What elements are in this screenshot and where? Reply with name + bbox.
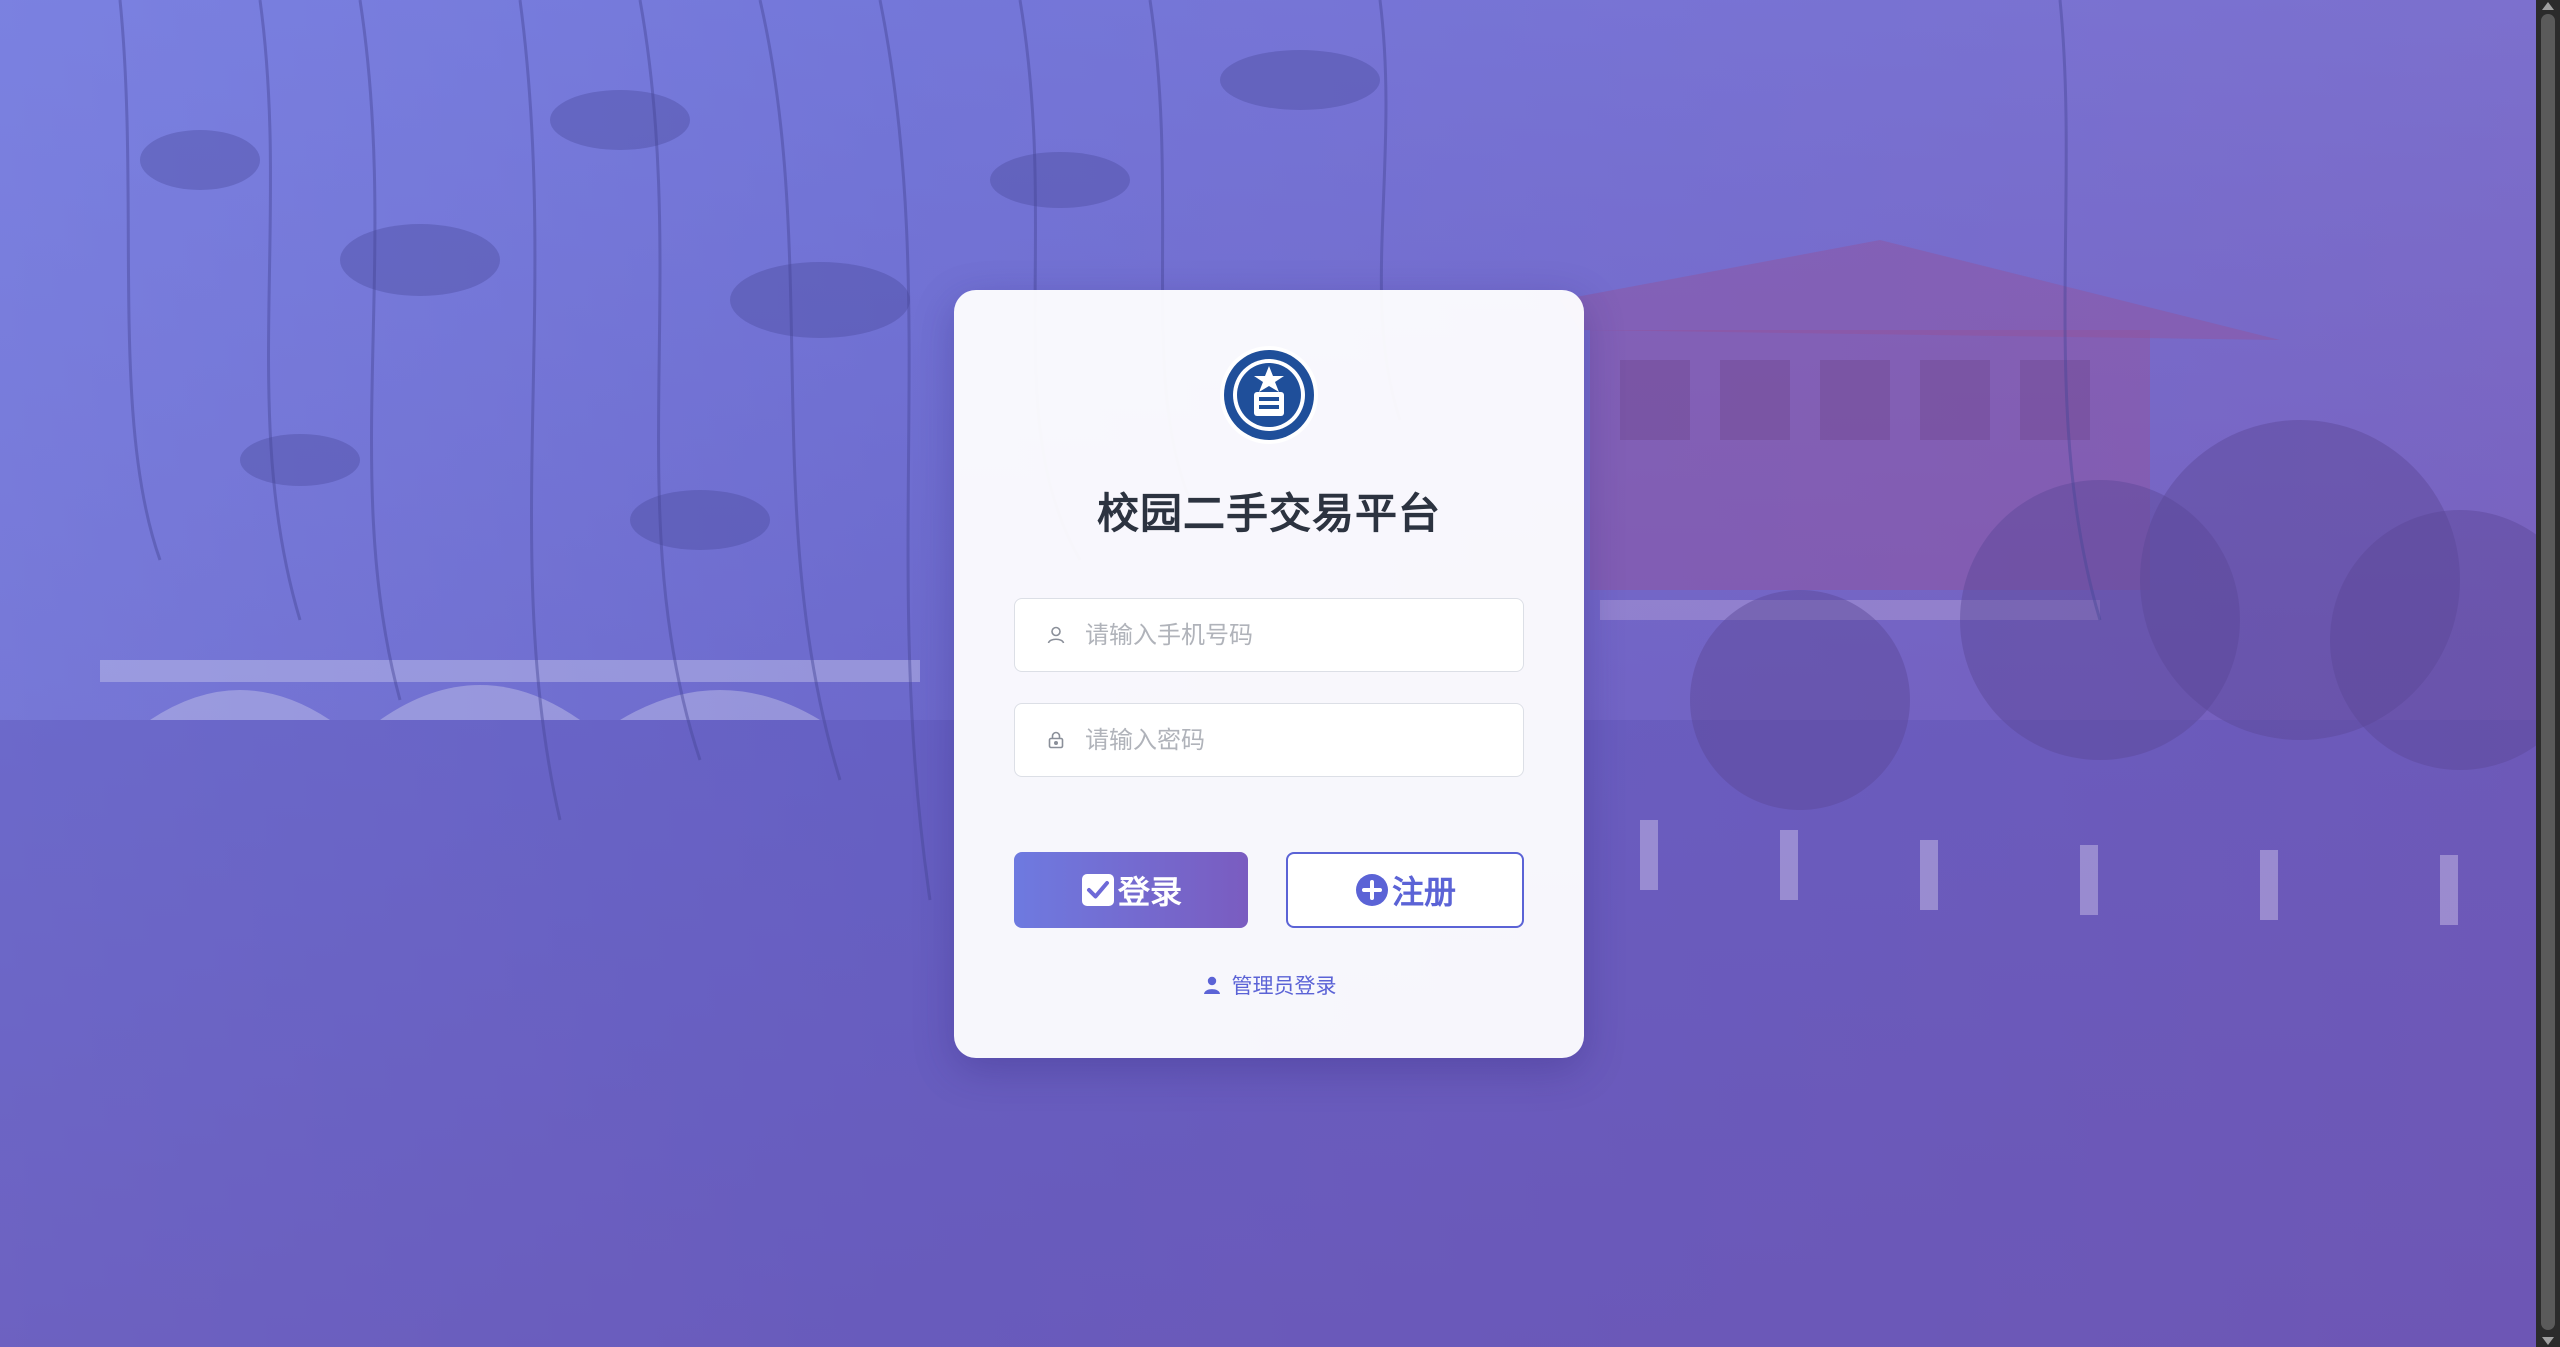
scroll-thumb[interactable] bbox=[2541, 14, 2555, 1330]
password-field[interactable] bbox=[1014, 703, 1524, 777]
password-input[interactable] bbox=[1085, 726, 1505, 754]
page-scrollbar[interactable] bbox=[2536, 0, 2560, 1347]
phone-input[interactable] bbox=[1085, 621, 1505, 649]
user-icon bbox=[1045, 624, 1067, 646]
checkbox-checked-icon bbox=[1080, 872, 1116, 908]
university-seal-logo bbox=[1220, 346, 1318, 444]
register-label: 注册 bbox=[1391, 873, 1456, 911]
user-filled-icon bbox=[1202, 975, 1222, 995]
login-button[interactable]: 登录 bbox=[1014, 852, 1248, 928]
page-title: 校园二手交易平台 bbox=[1096, 489, 1441, 538]
scroll-up-icon[interactable] bbox=[2542, 2, 2554, 10]
admin-login-link[interactable]: 管理员登录 bbox=[954, 970, 1584, 1000]
lock-icon bbox=[1045, 729, 1067, 751]
phone-field[interactable] bbox=[1014, 598, 1524, 672]
login-card: 校园二手交易平台 登录 bbox=[954, 290, 1584, 1058]
admin-login-label: 管理员登录 bbox=[1231, 974, 1337, 998]
plus-circle-icon bbox=[1354, 872, 1390, 908]
register-button[interactable]: 注册 bbox=[1286, 852, 1524, 928]
login-label: 登录 bbox=[1117, 873, 1182, 911]
scroll-down-icon[interactable] bbox=[2542, 1337, 2554, 1345]
